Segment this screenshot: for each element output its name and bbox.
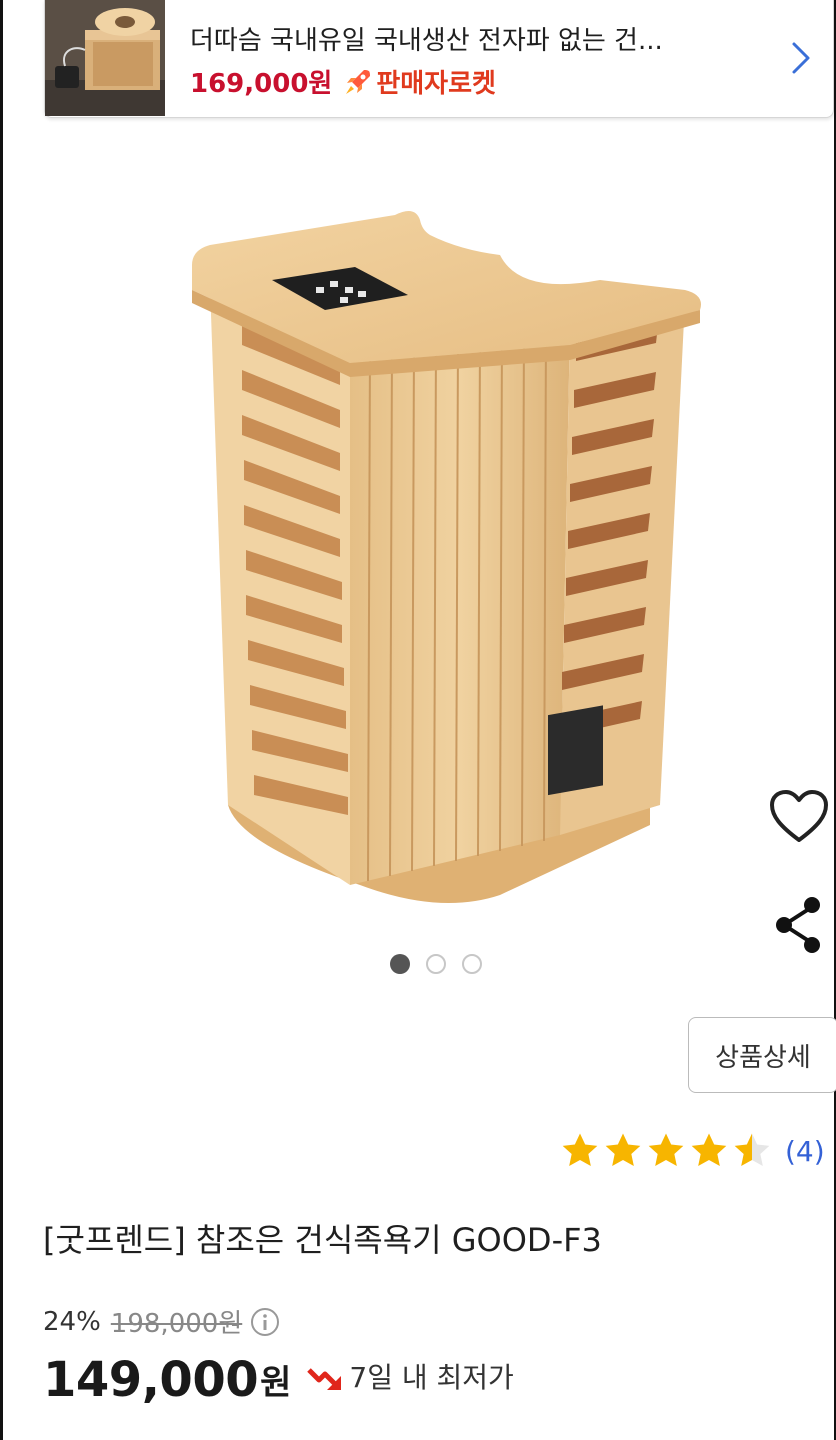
info-icon[interactable]: [250, 1307, 280, 1337]
heart-icon[interactable]: [768, 788, 830, 844]
chevron-right-icon[interactable]: [789, 38, 813, 78]
rating-stars[interactable]: (4): [560, 1131, 825, 1171]
rocket-icon: [346, 69, 371, 94]
pager-dot[interactable]: [462, 954, 482, 974]
star-full-icon: [605, 1133, 641, 1166]
sale-price: 149,000: [43, 1352, 259, 1408]
price-down-arrow-icon: [307, 1368, 342, 1390]
related-product-thumbnail: [45, 0, 165, 116]
discount-rate: 24%: [43, 1306, 101, 1337]
related-product-title: 더따슴 국내유일 국내생산 전자파 없는 건...: [190, 26, 663, 56]
pager-dot[interactable]: [426, 954, 446, 974]
image-pager: [390, 954, 482, 974]
review-count[interactable]: (4): [785, 1135, 825, 1168]
related-product-price-row: 169,000원 판매자로켓: [190, 63, 496, 100]
sale-price-row: 149,000 원 7일 내 최저가: [43, 1350, 514, 1410]
lowest-price-label: 7일 내 최저가: [349, 1361, 514, 1394]
pager-dot[interactable]: [390, 954, 410, 974]
star-half-icon: [734, 1133, 770, 1166]
screen-edge: [0, 0, 3, 1440]
discount-row: 24% 198,000원: [43, 1303, 280, 1340]
star-full-icon: [648, 1133, 684, 1166]
related-product-price: 169,000원: [190, 69, 333, 99]
star-full-icon: [562, 1133, 598, 1166]
star-full-icon: [691, 1133, 727, 1166]
related-product-banner[interactable]: 더따슴 국내유일 국내생산 전자파 없는 건... 169,000원 판매자로켓: [44, 0, 834, 118]
sale-price-unit: 원: [260, 1363, 292, 1403]
product-title: [굿프렌드] 참조은 건식족욕기 GOOD-F3: [43, 1221, 602, 1259]
product-detail-button[interactable]: 상품상세: [688, 1017, 836, 1093]
seller-rocket-badge: 판매자로켓: [376, 69, 496, 99]
share-icon[interactable]: [772, 895, 824, 955]
original-price: 198,000원: [110, 1309, 243, 1339]
product-image[interactable]: [180, 195, 720, 935]
